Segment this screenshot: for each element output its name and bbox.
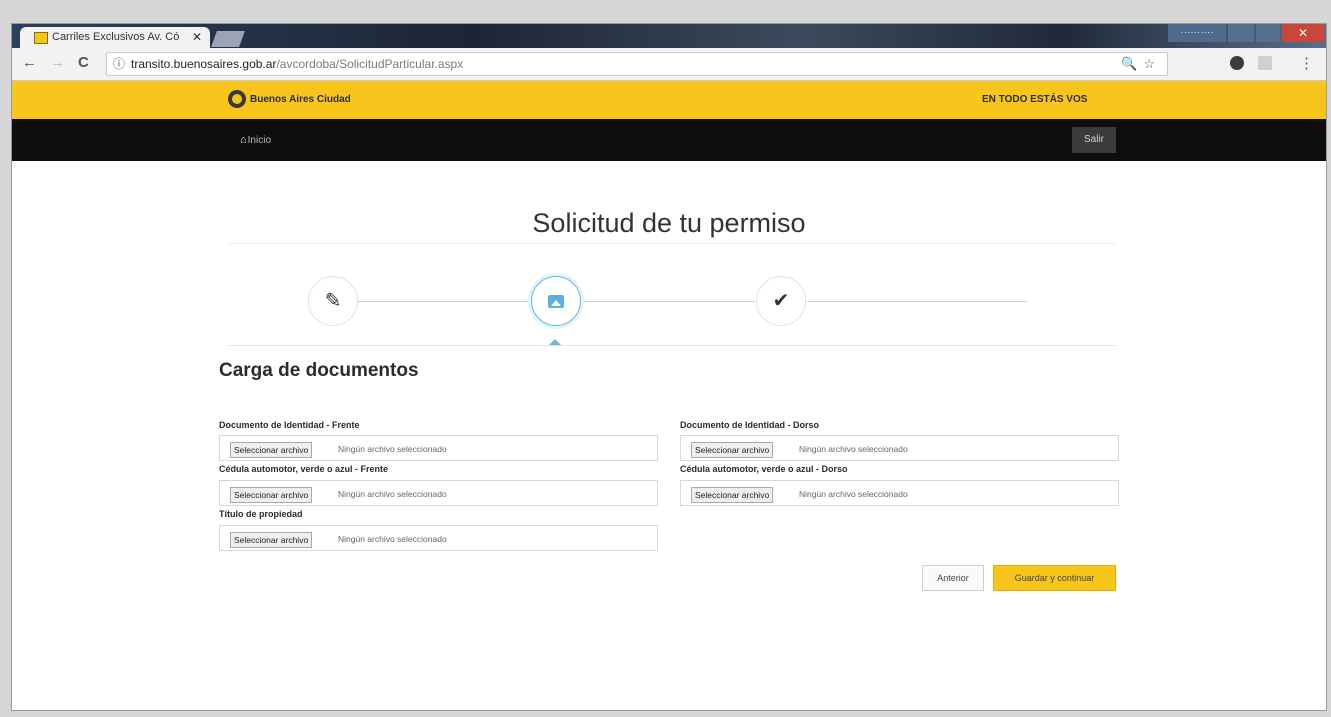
- save-continue-button[interactable]: Guardar y continuar: [993, 565, 1116, 591]
- minimize-button[interactable]: [1228, 24, 1254, 42]
- home-link-label: Inicio: [247, 135, 272, 146]
- step-connector: [807, 301, 1027, 302]
- pencil-icon: ✎: [324, 290, 342, 312]
- extension-icon[interactable]: [1230, 56, 1244, 70]
- file-input-title[interactable]: Seleccionar archivo Ningún archivo selec…: [219, 525, 658, 551]
- tab-strip: Carriles Exclusivos Av. Có ✕ ·········· …: [12, 24, 1326, 48]
- url-text[interactable]: transito.buenosaires.gob.ar/avcordoba/So…: [131, 53, 463, 75]
- site-nav-bar: ⌂Inicio Salir: [12, 119, 1326, 161]
- logo-icon: [228, 90, 246, 109]
- step-connector: [357, 301, 530, 302]
- site-slogan: EN TODO ESTÁS VOS: [982, 94, 1088, 105]
- close-window-button[interactable]: ✕: [1282, 24, 1324, 42]
- logout-button[interactable]: Salir: [1072, 127, 1116, 153]
- choose-file-button[interactable]: Seleccionar archivo: [691, 487, 774, 503]
- image-icon: [548, 295, 564, 309]
- back-icon[interactable]: ←: [22, 54, 37, 71]
- tab-title: Carriles Exclusivos Av. Có: [52, 31, 180, 43]
- choose-file-button[interactable]: Seleccionar archivo: [691, 442, 774, 458]
- file-status: Ningún archivo seleccionado: [799, 444, 908, 454]
- page-title: Solicitud de tu permiso: [532, 208, 806, 238]
- step-connector: [582, 301, 755, 302]
- home-link[interactable]: ⌂Inicio: [240, 134, 271, 146]
- browser-window: Carriles Exclusivos Av. Có ✕ ·········· …: [11, 23, 1327, 711]
- file-status: Ningún archivo seleccionado: [799, 489, 908, 499]
- file-input-cedula-back[interactable]: Seleccionar archivo Ningún archivo selec…: [680, 480, 1119, 506]
- url-path: /avcordoba/SolicitudParticular.aspx: [276, 57, 464, 71]
- extension-icon-2[interactable]: [1258, 56, 1272, 70]
- logo-text: Buenos Aires Ciudad: [250, 94, 351, 105]
- url-host: transito.buenosaires.gob.ar: [131, 57, 277, 71]
- file-status: Ningún archivo seleccionado: [338, 444, 447, 454]
- choose-file-button[interactable]: Seleccionar archivo: [230, 487, 313, 503]
- step-documents: [531, 276, 581, 326]
- title-divider: [228, 243, 1116, 244]
- house-icon: ⌂: [240, 134, 247, 146]
- field-label-title: Título de propiedad: [219, 509, 303, 519]
- new-tab-button[interactable]: [211, 31, 245, 47]
- file-status: Ningún archivo seleccionado: [338, 534, 447, 544]
- previous-button[interactable]: Anterior: [922, 565, 984, 591]
- maximize-button[interactable]: [1256, 24, 1280, 42]
- choose-file-button[interactable]: Seleccionar archivo: [230, 442, 313, 458]
- field-label-cedula-back: Cédula automotor, verde o azul - Dorso: [680, 464, 848, 474]
- field-label-cedula-front: Cédula automotor, verde o azul - Frente: [219, 464, 389, 474]
- forward-icon[interactable]: →: [50, 54, 65, 71]
- field-label-dni-front: Documento de Identidad - Frente: [219, 420, 360, 430]
- file-input-dni-front[interactable]: Seleccionar archivo Ningún archivo selec…: [219, 435, 658, 461]
- file-status: Ningún archivo seleccionado: [338, 489, 447, 499]
- field-label-dni-back: Documento de Identidad - Dorso: [680, 420, 820, 430]
- step-edit: ✎: [308, 276, 358, 326]
- file-input-cedula-front[interactable]: Seleccionar archivo Ningún archivo selec…: [219, 480, 658, 506]
- browser-tab[interactable]: Carriles Exclusivos Av. Có ✕: [20, 27, 210, 48]
- choose-file-button[interactable]: Seleccionar archivo: [230, 532, 313, 548]
- reload-icon[interactable]: C: [78, 54, 89, 71]
- browser-toolbar: ← → C ⓘ transito.buenosaires.gob.ar/avco…: [12, 48, 1326, 81]
- section-divider: [228, 345, 1116, 346]
- menu-icon[interactable]: ⋮: [1299, 54, 1314, 72]
- zoom-bookmark-icons[interactable]: 🔍☆: [1121, 53, 1161, 75]
- tab-close-icon[interactable]: ✕: [192, 30, 202, 44]
- favicon-icon: [34, 32, 48, 44]
- address-bar[interactable]: ⓘ transito.buenosaires.gob.ar/avcordoba/…: [106, 52, 1168, 76]
- site-info-icon[interactable]: ⓘ: [113, 53, 125, 75]
- profile-badge[interactable]: ··········: [1168, 24, 1226, 42]
- section-title: Carga de documentos: [219, 360, 419, 381]
- checkmark-icon: ✔: [772, 290, 790, 312]
- site-header: Buenos Aires Ciudad EN TODO ESTÁS VOS: [12, 81, 1326, 119]
- file-input-dni-back[interactable]: Seleccionar archivo Ningún archivo selec…: [680, 435, 1119, 461]
- site-logo[interactable]: Buenos Aires Ciudad: [228, 90, 351, 110]
- step-confirm: ✔: [756, 276, 806, 326]
